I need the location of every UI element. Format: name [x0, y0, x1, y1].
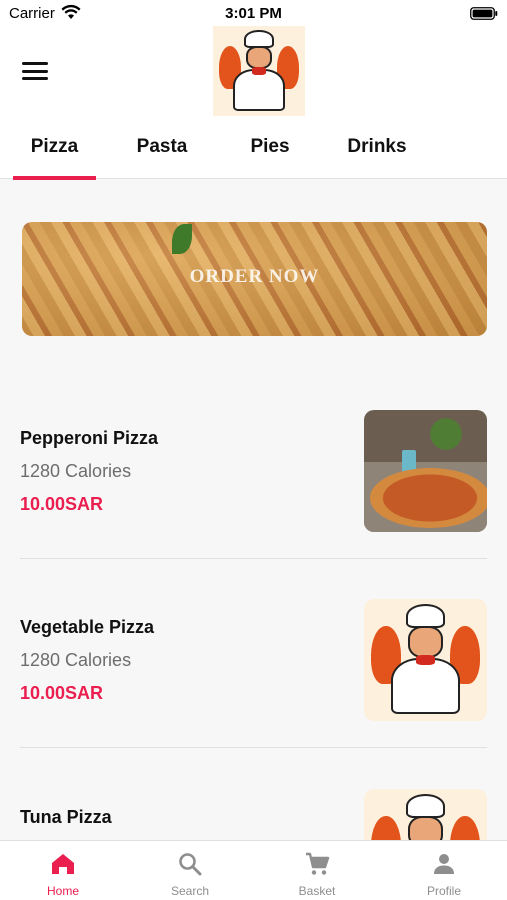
- bottom-nav: Home Search Basket Profile: [0, 840, 507, 900]
- search-icon: [179, 853, 202, 876]
- tuna-pizza-image: [364, 789, 487, 840]
- tab-pizza[interactable]: Pizza: [13, 136, 96, 180]
- basil-leaf: [172, 224, 192, 254]
- item-name: Pepperoni Pizza: [20, 428, 159, 448]
- chef-logo: [213, 26, 305, 116]
- menu-item-pepperoni-pizza[interactable]: Pepperoni Pizza 1280 Calories 10.00SAR: [0, 410, 507, 532]
- status-time: 3:01 PM: [225, 5, 282, 22]
- hamburger-icon[interactable]: [22, 62, 48, 82]
- divider: [20, 747, 487, 748]
- item-price: 10.00SAR: [20, 683, 104, 703]
- nav-basket[interactable]: Basket: [254, 841, 380, 900]
- nav-home-label: Home: [46, 884, 79, 898]
- item-price: 10.00SAR: [20, 494, 104, 514]
- category-tabs: Pizza Pasta Pies Drinks: [0, 126, 507, 180]
- app-screen: Carrier 3:01 PM Pizza Pasta Pies Drinks …: [0, 0, 507, 900]
- order-now-banner[interactable]: ORDER NOW: [22, 222, 487, 336]
- item-name: Vegetable Pizza: [20, 617, 155, 637]
- vegetable-pizza-image: [364, 599, 487, 721]
- item-calories: 1280 Calories: [20, 650, 132, 670]
- menu-item-tuna-pizza[interactable]: Tuna Pizza: [0, 789, 507, 840]
- item-calories: 1280 Calories: [20, 461, 132, 481]
- divider: [20, 558, 487, 559]
- menu-item-vegetable-pizza[interactable]: Vegetable Pizza 1280 Calories 10.00SAR: [0, 599, 507, 721]
- nav-profile[interactable]: Profile: [381, 841, 507, 900]
- banner-text: ORDER NOW: [189, 266, 320, 287]
- nav-search-label: Search: [170, 884, 210, 898]
- app-header: [0, 26, 507, 126]
- tab-drinks[interactable]: Drinks: [336, 136, 418, 179]
- item-name: Tuna Pizza: [20, 807, 112, 827]
- nav-search[interactable]: Search: [127, 841, 253, 900]
- tab-pasta[interactable]: Pasta: [121, 136, 203, 179]
- nav-home[interactable]: Home: [0, 841, 126, 900]
- pepperoni-pizza-image: [364, 410, 487, 532]
- tab-pies[interactable]: Pies: [229, 136, 311, 179]
- person-icon: [434, 854, 454, 874]
- cart-icon: [306, 852, 330, 875]
- nav-basket-label: Basket: [298, 884, 336, 898]
- home-icon: [52, 854, 74, 874]
- status-bar: Carrier 3:01 PM: [0, 0, 507, 26]
- nav-profile-label: Profile: [426, 884, 461, 898]
- battery-icon: [470, 7, 498, 20]
